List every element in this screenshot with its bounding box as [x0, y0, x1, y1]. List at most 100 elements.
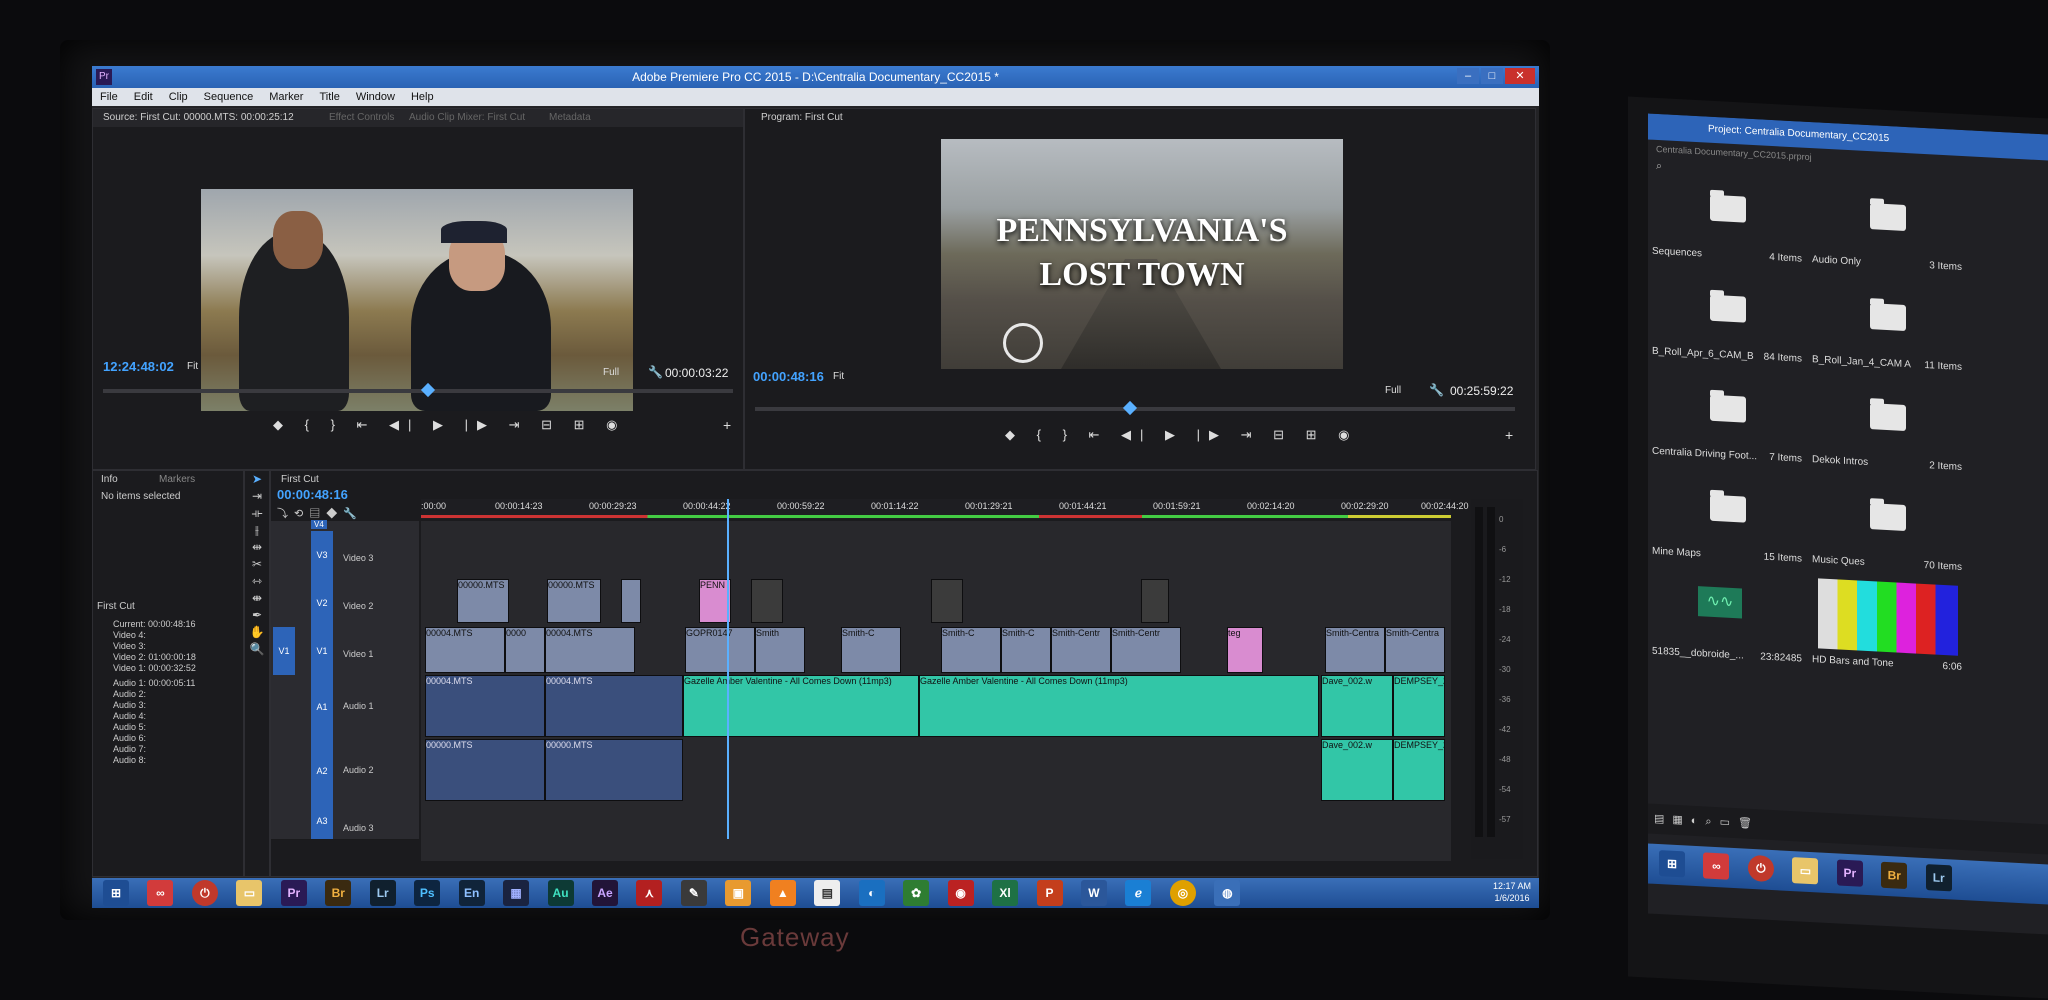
track-id[interactable]: A1	[311, 675, 333, 739]
clip[interactable]	[621, 579, 641, 623]
internet-explorer-icon[interactable]: ℯ	[1125, 880, 1152, 906]
track-id[interactable]: V2	[311, 579, 333, 627]
clip[interactable]: Smith-C	[941, 627, 1001, 673]
zoom-tool-icon[interactable]: 🔍	[245, 641, 269, 658]
clip[interactable]: Smith-C	[1001, 627, 1051, 673]
hand-tool-icon[interactable]: ✋	[245, 624, 269, 641]
pen-app-icon[interactable]: ✎	[680, 880, 707, 906]
clip[interactable]: 0000	[505, 627, 545, 673]
box-app-icon[interactable]: ▣	[725, 880, 752, 906]
clip[interactable]: 00000.MTS	[545, 739, 683, 801]
item-hd-bars-and-tone[interactable]: HD Bars and Tone 6:06	[1808, 572, 1968, 690]
project-tab[interactable]: Project: Centralia Documentary_CC2015	[1708, 124, 1889, 144]
menu-window[interactable]: Window	[348, 88, 403, 106]
clip[interactable]: 00000.MTS	[457, 579, 509, 623]
clock[interactable]: 12:17 AM 1/6/2016	[1493, 880, 1531, 904]
audition-icon[interactable]: Au	[547, 880, 574, 906]
file-explorer-icon[interactable]: ▭	[236, 880, 263, 906]
time-ruler[interactable]: :00:00 00:00:14:23 00:00:29:23 00:00:44:…	[421, 499, 1469, 519]
clip[interactable]: 00000.MTS	[547, 579, 601, 623]
game-app-icon[interactable]: ✿	[903, 880, 930, 906]
clip[interactable]: Smith-Centra	[1385, 627, 1445, 673]
timeline-toolbar-icons[interactable]: ⤵⟲▤◆🔧	[277, 505, 363, 521]
clip[interactable]: 00004.MTS	[545, 675, 683, 737]
track-id[interactable]: V3	[311, 531, 333, 579]
creative-cloud-icon[interactable]: ∞	[147, 880, 174, 906]
track-id[interactable]: A3	[311, 803, 333, 839]
track-select-tool-icon[interactable]: ⇥	[245, 488, 269, 505]
clip[interactable]: 00000.MTS	[425, 739, 545, 801]
clip[interactable]: Smith	[755, 627, 805, 673]
slide-tool-icon[interactable]: ⇼	[245, 590, 269, 607]
windows-start-icon[interactable]: ⊞	[1659, 850, 1685, 878]
program-timecode[interactable]: 00:00:48:16	[753, 369, 824, 384]
menu-sequence[interactable]: Sequence	[196, 88, 262, 106]
clip[interactable]: GOPR0147	[685, 627, 755, 673]
premiere-icon[interactable]: Pr	[280, 880, 307, 906]
word-icon[interactable]: W	[1080, 880, 1107, 906]
acrobat-icon[interactable]: ⋏	[636, 880, 663, 906]
audio-clip-mixer-tab[interactable]: Audio Clip Mixer: First Cut	[403, 109, 531, 126]
slip-tool-icon[interactable]: ⇿	[245, 573, 269, 590]
program-monitor-tab[interactable]: Program: First Cut	[755, 109, 849, 126]
powerpoint-icon[interactable]: P	[1036, 880, 1063, 906]
encore-icon[interactable]: En	[458, 880, 485, 906]
effect-controls-tab[interactable]: Effect Controls	[323, 109, 400, 126]
source-resolution-dropdown[interactable]: Full	[603, 367, 619, 378]
clip[interactable]: Smith-C	[841, 627, 901, 673]
source-fit-dropdown[interactable]: Fit	[187, 361, 198, 372]
program-playhead[interactable]	[1122, 400, 1138, 416]
source-transport-controls[interactable]: ◆ { } ⇤ ◀| ▶ |▶ ⇥ ⊟ ⊞ ◉	[273, 417, 626, 433]
source-patch-v1[interactable]: V1	[273, 627, 295, 675]
clip[interactable]	[1141, 579, 1169, 623]
bridge-icon[interactable]: Br	[325, 880, 352, 906]
program-resolution-dropdown[interactable]: Full	[1385, 385, 1401, 396]
after-effects-icon[interactable]: Ae	[591, 880, 618, 906]
lightroom-icon[interactable]: Lr	[369, 880, 396, 906]
selection-tool-icon[interactable]: ➤	[245, 471, 269, 488]
premiere-icon[interactable]: Pr	[1836, 859, 1863, 887]
clip[interactable]	[751, 579, 783, 623]
minimize-button[interactable]: –	[1457, 68, 1479, 84]
excel-icon[interactable]: Xl	[992, 880, 1019, 906]
source-timecode[interactable]: 12:24:48:02	[103, 359, 174, 374]
wrench-icon[interactable]: 🔧	[648, 365, 663, 379]
media-encoder-icon[interactable]: ▦	[503, 880, 530, 906]
clip[interactable]: DEMPSEY_2	[1393, 739, 1445, 801]
program-transport-controls[interactable]: ◆ { } ⇤ ◀| ▶ |▶ ⇥ ⊟ ⊞ ◉	[1005, 427, 1358, 443]
menu-file[interactable]: File	[92, 88, 126, 106]
menu-help[interactable]: Help	[403, 88, 442, 106]
add-button-icon[interactable]: +	[723, 417, 731, 433]
source-monitor-tab[interactable]: Source: First Cut: 00000.MTS: 00:00:25:1…	[97, 109, 300, 126]
pen-tool-icon[interactable]: ✒	[245, 607, 269, 624]
clip[interactable]: Smith-Centr	[1111, 627, 1181, 673]
clip[interactable]: Dave_002.w	[1321, 675, 1393, 737]
clip[interactable]: 00004.MTS	[545, 627, 635, 673]
add-button-icon[interactable]: +	[1505, 427, 1513, 443]
clip[interactable]: Smith-Centra	[1325, 627, 1385, 673]
track-id[interactable]: V1	[311, 627, 333, 675]
clip[interactable]: 00004.MTS	[425, 627, 505, 673]
vlc-icon[interactable]: ▲	[769, 880, 796, 906]
menu-edit[interactable]: Edit	[126, 88, 161, 106]
track-id[interactable]: V4	[311, 520, 327, 529]
clip[interactable]: Dave_002.w	[1321, 739, 1393, 801]
ripple-edit-tool-icon[interactable]: ⟛	[245, 505, 269, 522]
wrench-icon[interactable]: 🔧	[1429, 383, 1444, 397]
clip[interactable]: teg	[1227, 627, 1263, 673]
metadata-tab[interactable]: Metadata	[543, 109, 597, 126]
creative-cloud-icon[interactable]: ∞	[1703, 852, 1730, 880]
clip[interactable]: 00004.MTS	[425, 675, 545, 737]
timeline-timecode[interactable]: 00:00:48:16	[277, 487, 348, 502]
notepad-icon[interactable]: ▤	[814, 880, 841, 906]
info-tab[interactable]: Info	[95, 471, 124, 488]
clip[interactable]: DEMPSEY_2	[1393, 675, 1445, 737]
source-scrub-bar[interactable]	[103, 389, 733, 393]
markers-tab[interactable]: Markers	[153, 471, 201, 488]
timeline-playhead[interactable]	[727, 499, 729, 839]
timeline-tab[interactable]: First Cut	[275, 471, 325, 488]
track-id[interactable]: A2	[311, 739, 333, 803]
razor-tool-icon[interactable]: ✂	[245, 556, 269, 573]
rolling-edit-tool-icon[interactable]: ⫲	[245, 522, 269, 539]
app-icon[interactable]: ◍	[1214, 880, 1241, 906]
